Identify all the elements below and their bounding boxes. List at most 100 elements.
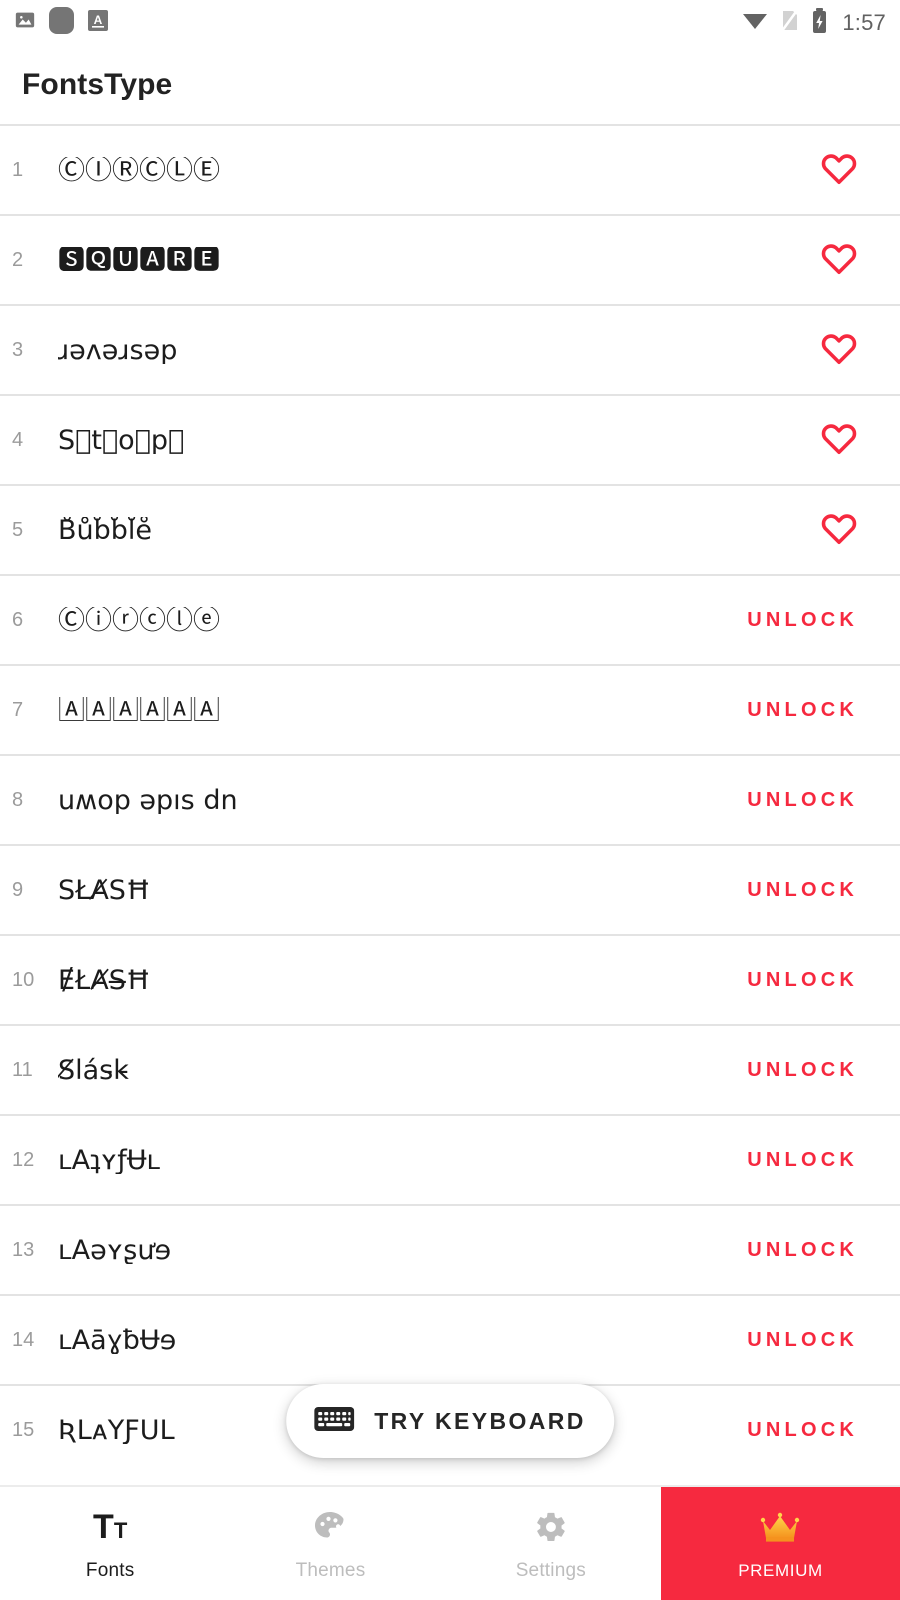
row-index: 7 [12, 698, 24, 721]
unlock-label: UNLOCK [747, 878, 858, 901]
favorite-button[interactable] [820, 331, 900, 370]
status-bar-system-icons: 1:57 [741, 7, 886, 39]
font-list-row[interactable]: 11 S̸lás̵k̵ UNLOCK [0, 1024, 900, 1114]
unlock-label: UNLOCK [747, 1058, 858, 1081]
font-sample-text: 🄰🄰🄰🄰🄰🄰 [58, 696, 220, 724]
unlock-button[interactable]: UNLOCK [747, 1419, 900, 1442]
favorite-button[interactable] [820, 151, 900, 190]
font-sample-text: Ⓒⓘⓡⓒⓛⓔ [58, 606, 220, 634]
font-sample-text: SŁA̸SĦ [58, 876, 151, 904]
row-index: 4 [12, 428, 24, 451]
unlock-label: UNLOCK [747, 968, 858, 991]
nav-label-settings: Settings [515, 1559, 586, 1581]
nav-item-settings[interactable]: Settings [441, 1487, 661, 1600]
font-sample-text: ʟĀʇʏƒɄʟ [58, 1146, 161, 1174]
palette-icon [312, 1506, 348, 1548]
nav-item-premium[interactable]: PREMIUM [660, 1487, 900, 1600]
svg-text:A: A [94, 13, 103, 27]
row-index: 15 [12, 1418, 35, 1441]
font-list-row[interactable]: 5 B̊ůb̊b̊l̊e̊ [0, 484, 900, 574]
battery-charging-icon [811, 7, 828, 39]
nav-label-premium: PREMIUM [738, 1560, 823, 1580]
font-sample-text: ⒸⒾⓇⒸⓁⒺ [58, 156, 220, 184]
no-sim-icon [780, 7, 800, 38]
heart-icon-svg [821, 333, 857, 364]
favorite-button[interactable] [820, 511, 900, 550]
status-bar-notification-icons: A [14, 5, 109, 40]
unlock-label: UNLOCK [747, 608, 858, 631]
app-header: FontsType [0, 45, 900, 124]
try-keyboard-button[interactable]: TRY KEYBOARD [286, 1384, 614, 1458]
row-index: 1 [12, 158, 24, 181]
font-sample-text: S⃠t⃠o⃠p⃠ [58, 426, 185, 454]
nav-label-fonts: Fonts [85, 1559, 135, 1581]
row-index: 10 [12, 968, 35, 991]
row-index: 8 [12, 788, 24, 811]
font-list[interactable]: 1 ⒸⒾⓇⒸⓁⒺ 2 🆂🆀🆄🅰🆁🅴 3 ɹǝʌǝɹsǝp 4 S⃠t⃠o⃠p⃠ 5 B̊ůb̊b… [0, 124, 900, 1485]
unlock-button[interactable]: UNLOCK [747, 1329, 900, 1352]
heart-icon [820, 241, 858, 280]
font-sample-text: ʟĀǝʏʂưɘ [58, 1236, 172, 1264]
unlock-button[interactable]: UNLOCK [747, 789, 900, 812]
font-list-row[interactable]: 8 uʍop ǝpıs dn UNLOCK [0, 754, 900, 844]
status-bar-clock: 1:57 [842, 9, 886, 35]
font-list-row[interactable]: 4 S⃠t⃠o⃠p⃠ [0, 394, 900, 484]
bottom-navigation: TT Fonts Themes Settings PREMIUM [0, 1485, 900, 1600]
font-list-row[interactable]: 12 ʟĀʇʏƒɄʟ UNLOCK [0, 1114, 900, 1204]
heart-icon [820, 331, 858, 370]
try-keyboard-label: TRY KEYBOARD [374, 1407, 586, 1434]
keyboard-icon [314, 1404, 355, 1439]
font-list-row[interactable]: 7 🄰🄰🄰🄰🄰🄰 UNLOCK [0, 664, 900, 754]
translate-notification-icon: A [87, 8, 109, 37]
heart-icon-svg [821, 513, 857, 544]
font-sample-text: ɆŁȺS̶Ħ [58, 966, 151, 994]
nav-item-themes[interactable]: Themes [220, 1487, 440, 1600]
font-list-row[interactable]: 1 ⒸⒾⓇⒸⓁⒺ [0, 124, 900, 214]
font-list-row[interactable]: 13 ʟĀǝʏʂưɘ UNLOCK [0, 1204, 900, 1294]
image-notification-icon [14, 9, 36, 36]
font-list-row[interactable]: 6 Ⓒⓘⓡⓒⓛⓔ UNLOCK [0, 574, 900, 664]
crown-icon [759, 1507, 801, 1549]
row-index: 5 [12, 518, 24, 541]
font-sample-text: ʟĀāɣƀɄɘ [58, 1326, 177, 1354]
favorite-button[interactable] [820, 421, 900, 460]
text-format-icon: TT [93, 1507, 128, 1546]
heart-icon-svg [821, 423, 857, 454]
unlock-button[interactable]: UNLOCK [747, 609, 900, 632]
unlock-button[interactable]: UNLOCK [747, 1239, 900, 1262]
font-list-row[interactable]: 2 🆂🆀🆄🅰🆁🅴 [0, 214, 900, 304]
app-root: A 1:57 FontsType 1 ⒸⒾⓇⒸⓁⒺ 2 🆂🆀🆄🅰🆁🅴 3 ɹǝʌǝɹsǝp… [0, 0, 900, 1600]
font-list-row[interactable]: 14 ʟĀāɣƀɄɘ UNLOCK [0, 1294, 900, 1384]
row-index: 6 [12, 608, 24, 631]
nav-item-fonts[interactable]: TT Fonts [0, 1487, 220, 1600]
unlock-button[interactable]: UNLOCK [747, 969, 900, 992]
heart-icon [820, 151, 858, 190]
unlock-button[interactable]: UNLOCK [747, 1059, 900, 1082]
unlock-label: UNLOCK [747, 1238, 858, 1261]
font-list-row[interactable]: 9 SŁA̸SĦ UNLOCK [0, 844, 900, 934]
row-index: 13 [12, 1238, 35, 1261]
unlock-button[interactable]: UNLOCK [747, 699, 900, 722]
font-sample-text: B̊ůb̊b̊l̊e̊ [58, 516, 153, 544]
heart-icon [820, 511, 858, 550]
font-sample-text: uʍop ǝpıs dn [58, 786, 238, 814]
wifi-icon [741, 8, 769, 37]
row-index: 3 [12, 338, 24, 361]
rounded-square-notification-icon [48, 5, 75, 40]
unlock-label: UNLOCK [747, 698, 858, 721]
unlock-label: UNLOCK [747, 1328, 858, 1351]
favorite-button[interactable] [820, 241, 900, 280]
heart-icon-svg [821, 153, 857, 184]
unlock-button[interactable]: UNLOCK [747, 1149, 900, 1172]
unlock-label: UNLOCK [747, 1148, 858, 1171]
row-index: 11 [12, 1058, 33, 1081]
unlock-label: UNLOCK [747, 788, 858, 811]
font-list-row[interactable]: 10 ɆŁȺS̶Ħ UNLOCK [0, 934, 900, 1024]
font-list-row[interactable]: 3 ɹǝʌǝɹsǝp [0, 304, 900, 394]
heart-icon [820, 421, 858, 460]
gear-icon [534, 1506, 568, 1548]
row-index: 9 [12, 878, 24, 901]
unlock-button[interactable]: UNLOCK [747, 879, 900, 902]
unlock-label: UNLOCK [747, 1418, 858, 1441]
font-sample-text: S̸lás̵k̵ [58, 1056, 129, 1084]
